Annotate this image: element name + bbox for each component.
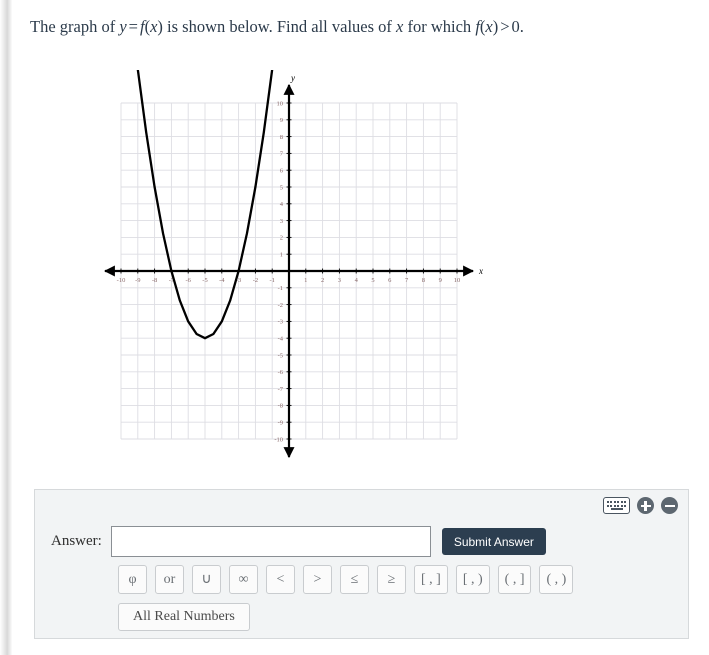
symbol-button-1[interactable]: or [155, 565, 184, 594]
symbol-button-row: φ or ∪ ∞ < > ≤ ≥ [ , ][ , )( , ]( , ) [118, 565, 574, 594]
math2-x: x [485, 17, 493, 36]
answer-row: Answer: Submit Answer [51, 526, 546, 557]
symbol-button-5[interactable]: > [303, 565, 332, 594]
symbol-button-4[interactable]: < [266, 565, 295, 594]
y-tick-label: 9 [280, 117, 283, 124]
symbol-button-10[interactable]: ( , ] [497, 565, 532, 594]
question-middle2: for which [403, 17, 476, 36]
symbol-button-11[interactable]: ( , ) [539, 565, 574, 594]
y-tick-label: -1 [278, 285, 283, 292]
y-axis-label: y [290, 73, 295, 83]
x-tick-label: 6 [388, 277, 392, 284]
question-prefix: The graph of [30, 17, 120, 36]
y-tick-label: 2 [280, 235, 283, 242]
symbol-button-2[interactable]: ∪ [192, 565, 221, 594]
math-greater-than: > [500, 17, 510, 36]
y-tick-label: 10 [277, 100, 284, 107]
y-tick-label: 8 [280, 134, 283, 141]
axes [103, 83, 475, 459]
x-tick-label: -2 [253, 277, 258, 284]
panel-tools [603, 497, 678, 514]
x-tick-label: -1 [269, 277, 274, 284]
symbol-button-9[interactable]: [ , ) [455, 565, 490, 594]
x-tick-label: 8 [422, 277, 425, 284]
symbol-button-0[interactable]: φ [118, 565, 147, 594]
x-tick-label: 10 [454, 277, 461, 284]
x-axis-label: x [478, 266, 483, 276]
plus-circle-icon[interactable] [637, 497, 654, 514]
y-tick-label: -3 [278, 319, 283, 326]
page-content: The graph of y = f(x) is shown below. Find… [12, 0, 709, 655]
math-y: y [119, 17, 127, 36]
submit-answer-button[interactable]: Submit Answer [441, 528, 546, 555]
x-tick-label: 3 [338, 277, 341, 284]
x-tick-label: 2 [321, 277, 324, 284]
y-tick-label: -10 [274, 436, 283, 443]
y-tick-label: -8 [278, 403, 283, 410]
x-tick-label: -5 [202, 277, 207, 284]
x-tick-label: -4 [219, 277, 225, 284]
x-tick-label: 9 [439, 277, 442, 284]
symbol-button-7[interactable]: ≥ [377, 565, 406, 594]
all-real-numbers-button[interactable]: All Real Numbers [118, 603, 250, 631]
answer-panel: Answer: Submit Answer φ or ∪ ∞ < > ≤ ≥ [ , ][ , … [34, 489, 689, 639]
y-tick-label: -5 [278, 352, 283, 359]
math-equals: = [128, 17, 138, 36]
symbol-button-3[interactable]: ∞ [229, 565, 258, 594]
symbol-button-6[interactable]: ≤ [340, 565, 369, 594]
question-middle: is shown below. Find all values of [162, 17, 397, 36]
y-tick-label: 1 [280, 252, 283, 259]
y-tick-label: 7 [280, 151, 284, 158]
y-tick-label: -6 [278, 369, 284, 376]
x-tick-label: 7 [405, 277, 409, 284]
minus-circle-icon[interactable] [661, 497, 678, 514]
y-tick-label: -4 [278, 336, 284, 343]
y-tick-label: -2 [278, 302, 283, 309]
y-tick-label: -7 [278, 386, 284, 393]
x-tick-label: -10 [117, 277, 126, 284]
x-tick-label: 4 [355, 277, 359, 284]
x-tick-label: -9 [135, 277, 140, 284]
answer-label: Answer: [51, 533, 102, 549]
math-zero: 0. [511, 17, 524, 36]
symbol-button-8[interactable]: [ , ] [414, 565, 448, 594]
x-tick-label: -8 [152, 277, 157, 284]
left-gutter-rail [0, 0, 12, 655]
keyboard-icon[interactable] [603, 497, 630, 514]
function-graph: -10 -9 -8 -7 -6 -5 -4 -3 -2 -1 1 2 3 4 5 6 7 8 9 10 10 9 8 7 6 5… [92, 70, 512, 470]
all-real-numbers-row: All Real Numbers [118, 603, 250, 631]
graph-svg: -10 -9 -8 -7 -6 -5 -4 -3 -2 -1 1 2 3 4 5 6 7 8 9 10 10 9 8 7 6 5… [103, 70, 483, 459]
y-tick-label: 3 [280, 218, 283, 225]
x-tick-label: -6 [185, 277, 191, 284]
y-tick-label: -9 [278, 420, 283, 427]
y-tick-label: 6 [280, 168, 284, 175]
answer-input[interactable] [110, 526, 431, 557]
y-tick-label: 5 [280, 184, 283, 191]
x-tick-label: 1 [304, 277, 307, 284]
x-tick-label: 5 [371, 277, 374, 284]
question-prompt: The graph of y = f(x) is shown below. Find… [30, 16, 680, 38]
y-tick-label: 4 [280, 201, 284, 208]
